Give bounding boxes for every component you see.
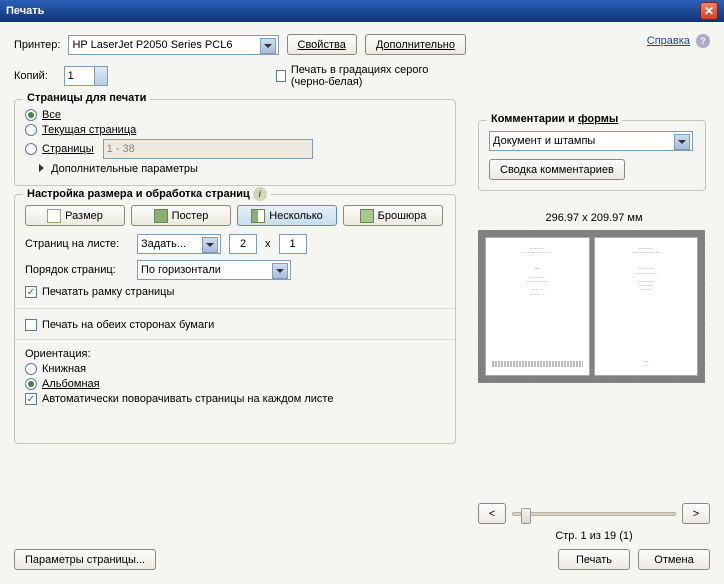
autorotate-checkbox[interactable]: ✓ Автоматически поворачивать страницы на… xyxy=(25,393,445,405)
comments-fieldset: Комментарии и формы Документ и штампы Св… xyxy=(478,120,706,191)
autorotate-label: Автоматически поворачивать страницы на к… xyxy=(42,393,333,405)
comments-legend: Комментарии и формы xyxy=(487,113,622,125)
multiple-mode-button[interactable]: Несколько xyxy=(237,205,337,226)
radio-range-label: Страницы xyxy=(42,143,94,155)
title-bar: Печать ✕ xyxy=(0,0,724,22)
printer-row: Принтер: HP LaserJet P2050 Series PCL6 С… xyxy=(14,34,466,55)
cols-input[interactable]: 2 xyxy=(229,234,257,254)
multiple-icon xyxy=(251,209,265,223)
duplex-label: Печать на обеих сторонах бумаги xyxy=(42,319,214,331)
more-params-expander[interactable]: Дополнительные параметры xyxy=(39,163,445,175)
info-icon[interactable]: i xyxy=(253,187,267,201)
preview-page-2: — — — —— — — — — — — — — — —— — — — — ——… xyxy=(594,237,699,376)
pages-fieldset: Страницы для печати Все Текущая страница… xyxy=(14,99,456,186)
radio-range[interactable]: Страницы 1 - 38 xyxy=(25,139,445,159)
copies-row: Копий: 1 Печать в градациях серого (черн… xyxy=(14,61,466,91)
preview-panel: 296.97 x 209.97 мм — — — —— — — — — — — … xyxy=(478,212,710,542)
order-label: Порядок страниц: xyxy=(25,264,129,276)
printer-label: Принтер: xyxy=(14,39,60,51)
comments-panel: Комментарии и формы Документ и штампы Св… xyxy=(478,112,710,191)
per-sheet-label: Страниц на листе: xyxy=(25,238,129,250)
pages-legend: Страницы для печати xyxy=(23,92,150,104)
help-area: Справка ? xyxy=(647,34,710,48)
orientation-label: Ориентация: xyxy=(25,348,445,360)
landscape-label: Альбомная xyxy=(42,378,100,390)
properties-button[interactable]: Свойства xyxy=(287,34,357,55)
radio-all[interactable]: Все xyxy=(25,109,445,121)
checkbox-icon xyxy=(276,70,286,82)
radio-landscape[interactable]: Альбомная xyxy=(25,378,445,390)
more-params-label: Дополнительные параметры xyxy=(51,163,198,175)
printer-combo[interactable]: HP LaserJet P2050 Series PCL6 xyxy=(68,35,278,55)
radio-all-label: Все xyxy=(42,109,61,121)
left-column: Принтер: HP LaserJet P2050 Series PCL6 С… xyxy=(14,34,466,444)
copies-value: 1 xyxy=(68,70,74,82)
rows-input[interactable]: 1 xyxy=(279,234,307,254)
grayscale-checkbox[interactable]: Печать в градациях серого (черно-белая) xyxy=(276,64,466,88)
order-combo[interactable]: По горизонтали xyxy=(137,260,291,280)
sizing-legend: Настройка размера и обработка страниц i xyxy=(23,187,271,201)
booklet-icon xyxy=(360,209,374,223)
per-sheet-row: Страниц на листе: Задать... 2 x 1 xyxy=(25,234,445,254)
checkbox-icon: ✓ xyxy=(25,286,37,298)
preview-prev-button[interactable]: < xyxy=(478,503,506,524)
size-mode-button[interactable]: Размер xyxy=(25,205,125,226)
preview-nav: < > xyxy=(478,503,710,524)
radio-icon xyxy=(25,124,37,136)
size-icon xyxy=(47,209,61,223)
preview-dimensions: 296.97 x 209.97 мм xyxy=(478,212,710,224)
preview-box: — — — —— — — — — — — ——— — — —— — — — — … xyxy=(478,230,705,383)
radio-current[interactable]: Текущая страница xyxy=(25,124,445,136)
poster-icon xyxy=(154,209,168,223)
range-input[interactable]: 1 - 38 xyxy=(103,139,313,159)
radio-current-label: Текущая страница xyxy=(42,124,136,136)
comments-combo[interactable]: Документ и штампы xyxy=(489,131,693,151)
range-value: 1 - 38 xyxy=(107,143,135,155)
close-button[interactable]: ✕ xyxy=(700,2,718,20)
radio-icon xyxy=(25,363,37,375)
close-icon: ✕ xyxy=(704,4,714,18)
page-setup-button[interactable]: Параметры страницы... xyxy=(14,549,156,570)
grayscale-label: Печать в градациях серого (черно-белая) xyxy=(291,64,466,88)
radio-icon xyxy=(25,109,37,121)
summarize-comments-button[interactable]: Сводка комментариев xyxy=(489,159,625,180)
printer-value: HP LaserJet P2050 Series PCL6 xyxy=(72,39,232,51)
radio-icon xyxy=(25,143,37,155)
cancel-button[interactable]: Отмена xyxy=(638,549,710,570)
footer-row: Параметры страницы... Печать Отмена xyxy=(14,549,710,570)
preview-status: Стр. 1 из 19 (1) xyxy=(478,530,710,542)
poster-mode-button[interactable]: Постер xyxy=(131,205,231,226)
dialog-content: Справка ? Принтер: HP LaserJet P2050 Ser… xyxy=(0,22,724,584)
duplex-checkbox[interactable]: Печать на обеих сторонах бумаги xyxy=(25,319,445,331)
border-checkbox[interactable]: ✓ Печатать рамку страницы xyxy=(25,286,445,298)
chevron-right-icon xyxy=(39,164,44,172)
advanced-button[interactable]: Дополнительно xyxy=(365,34,466,55)
window-title: Печать xyxy=(6,5,44,17)
border-label: Печатать рамку страницы xyxy=(42,286,174,298)
preview-slider[interactable] xyxy=(512,512,676,516)
radio-portrait[interactable]: Книжная xyxy=(25,363,445,375)
preview-next-button[interactable]: > xyxy=(682,503,710,524)
times-label: x xyxy=(265,238,271,250)
mode-buttons-row: Размер Постер Несколько Брошюра xyxy=(25,205,445,226)
print-button[interactable]: Печать xyxy=(558,549,630,570)
copies-spinner[interactable]: 1 xyxy=(64,66,109,86)
order-row: Порядок страниц: По горизонтали xyxy=(25,260,445,280)
checkbox-icon: ✓ xyxy=(25,393,37,405)
booklet-mode-button[interactable]: Брошюра xyxy=(343,205,443,226)
help-link[interactable]: Справка xyxy=(647,35,690,47)
portrait-label: Книжная xyxy=(42,363,86,375)
radio-icon xyxy=(25,378,37,390)
preview-page-1: — — — —— — — — — — — ——— — — —— — — — — … xyxy=(485,237,590,376)
checkbox-icon xyxy=(25,319,37,331)
help-icon[interactable]: ? xyxy=(696,34,710,48)
sizing-fieldset: Настройка размера и обработка страниц i … xyxy=(14,194,456,444)
per-sheet-combo[interactable]: Задать... xyxy=(137,234,221,254)
copies-label: Копий: xyxy=(14,70,56,82)
